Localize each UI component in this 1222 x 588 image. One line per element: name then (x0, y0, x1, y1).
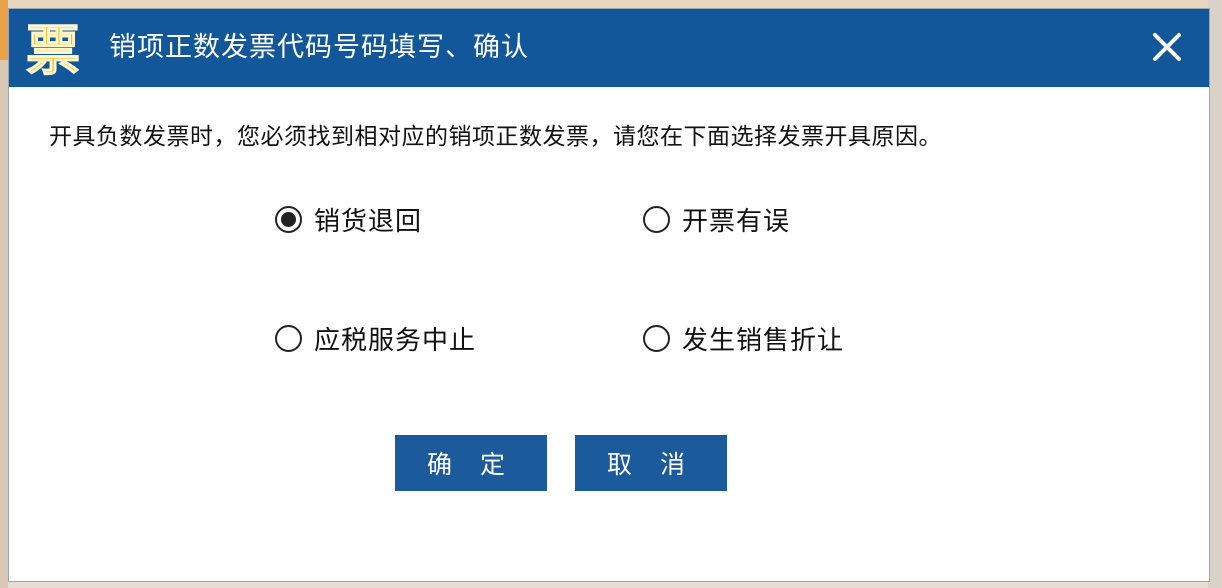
dialog-titlebar: 票 销项正数发票代码号码填写、确认 (9, 9, 1209, 87)
radio-button[interactable] (275, 325, 302, 352)
close-button[interactable] (1147, 27, 1187, 67)
invoice-logo-icon: 票 (19, 17, 87, 83)
radio-button[interactable] (643, 206, 670, 233)
dialog-title: 销项正数发票代码号码填写、确认 (109, 32, 529, 63)
background-right-strip (1208, 0, 1222, 588)
radio-button-selected[interactable] (275, 206, 302, 233)
instruction-text: 开具负数发票时，您必须找到相对应的销项正数发票，请您在下面选择发票开具原因。 (49, 124, 942, 150)
confirm-button[interactable]: 确 定 (395, 435, 547, 491)
radio-option-sales-discount[interactable]: 发生销售折让 (643, 320, 844, 357)
radio-label: 销货退回 (314, 207, 423, 237)
radio-button[interactable] (643, 325, 670, 352)
cancel-button[interactable]: 取 消 (575, 435, 727, 491)
invoice-logo-glyph: 票 (26, 19, 80, 82)
radio-label: 开票有误 (682, 207, 791, 237)
radio-label: 应税服务中止 (314, 326, 477, 356)
radio-option-service-suspended[interactable]: 应税服务中止 (275, 320, 476, 357)
close-icon (1153, 33, 1181, 61)
invoice-reason-dialog: 票 销项正数发票代码号码填写、确认 开具负数发票时，您必须找到相对应的销项正数发… (8, 8, 1210, 582)
radio-option-sales-return[interactable]: 销货退回 (275, 201, 422, 238)
background-top-strip (0, 0, 1222, 8)
radio-label: 发生销售折让 (682, 326, 845, 356)
radio-option-invoice-error[interactable]: 开票有误 (643, 201, 790, 238)
background-left-strip (0, 0, 8, 588)
